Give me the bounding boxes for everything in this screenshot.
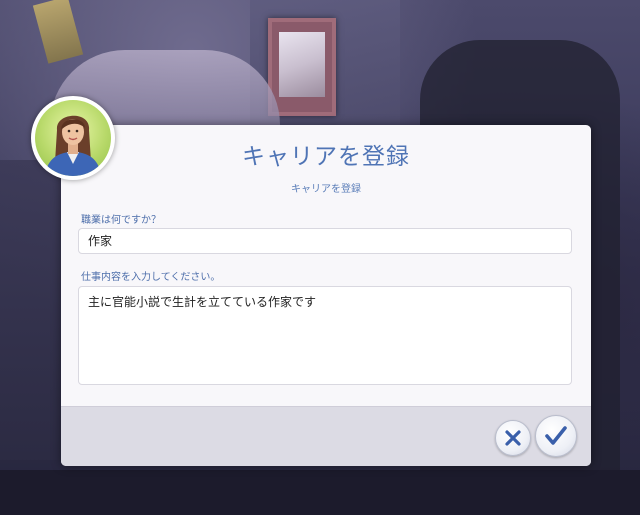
background-lamp <box>32 0 84 64</box>
confirm-button[interactable] <box>535 415 577 457</box>
background-photo <box>279 32 325 97</box>
job-field-label: 職業は何ですか？ <box>81 215 161 226</box>
background-photo-frame <box>268 18 336 116</box>
sim-woman-portrait-icon <box>45 115 101 176</box>
dialog-subtitle: キャリアを登録 <box>291 184 361 195</box>
job-input[interactable] <box>78 228 572 254</box>
sim-avatar-portrait <box>31 96 115 180</box>
description-field-label: 仕事内容を入力してください。 <box>81 272 221 283</box>
dialog-title: キャリアを登録 <box>242 144 410 170</box>
close-x-icon <box>505 430 521 446</box>
job-description-textarea[interactable]: 主に官能小説で生計を立てている作家です <box>78 286 572 385</box>
register-career-dialog: キャリアを登録 キャリアを登録 職業は何ですか？ 仕事内容を入力してください。 … <box>61 125 591 466</box>
cancel-button[interactable] <box>495 420 531 456</box>
checkmark-icon <box>545 426 567 445</box>
background-floor <box>0 470 640 515</box>
avatar-image <box>35 100 111 176</box>
